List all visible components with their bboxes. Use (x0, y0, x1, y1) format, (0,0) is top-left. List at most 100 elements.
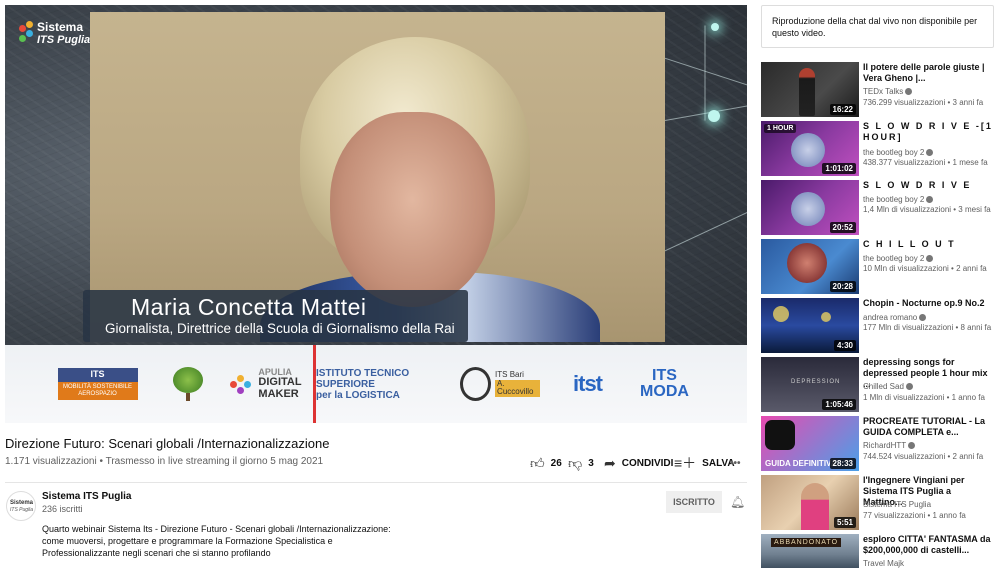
share-label: CONDIVIDI (621, 457, 674, 469)
verified-icon (905, 383, 913, 391)
video-duration: 1:05:46 (822, 399, 856, 410)
sponsor-itst: itst (573, 370, 603, 396)
video-thumbnail[interactable]: 16:22 (761, 62, 859, 117)
thumbnail-badge: 1 HOUR (764, 124, 797, 133)
subscribed-button[interactable]: ISCRITTO (666, 491, 722, 513)
sponsor-its-bari: ITS Bari A. Cuccovillo (460, 345, 540, 423)
recommended-title[interactable]: PROCREATE TUTORIAL - La GUIDA COMPLETA e… (863, 416, 993, 438)
channel-watermark-logo: Sistema ITS Puglia (19, 17, 99, 53)
recommended-video[interactable]: 4:30 Chopin - Nocturne op.9 No.2 andrea … (761, 298, 996, 354)
more-actions-button[interactable]: ••• (730, 455, 741, 471)
recommended-channel[interactable]: Sistema ITS Puglia (863, 500, 931, 509)
recommended-title[interactable]: Chopin - Nocturne op.9 No.2 (863, 298, 993, 309)
video-thumbnail[interactable]: ABBANDONATO (761, 534, 859, 568)
recommended-channel[interactable]: the bootleg boy 2 (863, 195, 934, 204)
verified-icon (908, 442, 916, 450)
video-thumbnail[interactable]: 5:51 (761, 475, 859, 530)
logo-text-line1: Sistema (37, 20, 84, 34)
video-duration: 16:22 (829, 104, 856, 115)
verified-icon (926, 255, 934, 263)
channel-avatar[interactable]: Sistema ITS Puglia (6, 491, 36, 521)
speaker-role: Giornalista, Direttrice della Scuola di … (105, 321, 455, 336)
save-button[interactable]: ≡＋ SALVA (674, 455, 735, 471)
recommended-video[interactable]: 20:52 S L O W D R I V E the bootleg boy … (761, 180, 996, 236)
divider (5, 482, 747, 483)
video-thumbnail[interactable]: 20:52 (761, 180, 859, 235)
tree-icon (172, 367, 203, 393)
speaker-name: Maria Concetta Mattei (131, 294, 367, 320)
recommended-title[interactable]: esploro CITTA' FANTASMA da $200,000,000 … (863, 534, 993, 556)
recommended-channel[interactable]: andrea romano (863, 313, 927, 322)
network-dot (711, 23, 719, 31)
recommended-channel[interactable]: the bootleg boy 2 (863, 148, 934, 157)
recommended-stats: 1,4 Mln di visualizzazioni • 3 mesi fa (863, 205, 991, 214)
recommended-title[interactable]: C H I L L O U T (863, 239, 993, 250)
thumbs-up-icon: 👍︎ (530, 454, 545, 471)
dislike-button[interactable]: 👎︎ 3 (568, 455, 594, 471)
recommended-video[interactable]: 5:51 l'Ingegnere Vingiani per Sistema IT… (761, 475, 996, 531)
share-button[interactable]: ➦ CONDIVIDI (604, 455, 673, 471)
video-duration: 20:52 (829, 222, 856, 233)
video-meta: 1.171 visualizzazioni • Trasmesso in liv… (5, 456, 324, 467)
recommended-title[interactable]: Il potere delle parole giuste | Vera Ghe… (863, 62, 993, 84)
video-player[interactable]: Sistema ITS Puglia Maria Concetta Mattei… (5, 5, 747, 423)
live-chat-unavailable-notice: Riproduzione della chat dal vivo non dis… (761, 5, 994, 48)
video-thumbnail[interactable]: GUIDA DEFINITIVA 28:33 (761, 416, 859, 471)
video-thumbnail[interactable]: 1 HOUR 1:01:02 (761, 121, 859, 176)
like-button[interactable]: 👍︎ 26 (530, 455, 562, 471)
video-duration: 1:01:02 (822, 163, 856, 174)
recommended-title[interactable]: S L O W D R I V E -[1 HOUR] (863, 121, 993, 143)
recommended-stats: 744.524 visualizzazioni • 2 anni fa (863, 452, 984, 461)
recommended-video[interactable]: 20:28 C H I L L O U T the bootleg boy 2 … (761, 239, 996, 295)
thumbnail-text: DEPRESSION (791, 379, 841, 385)
procreate-app-icon (765, 420, 795, 450)
more-icon: ••• (730, 457, 741, 469)
recommended-channel[interactable]: RichardHTT (863, 441, 916, 450)
gear-icon (460, 367, 492, 401)
apulia-dots-icon (228, 371, 254, 397)
network-line (654, 208, 747, 256)
video-thumbnail[interactable]: DEPRESSION 1:05:46 (761, 357, 859, 412)
sponsor-its-mobilita: ITS MOBILITÀ SOSTENIBILE AEROSPAZIO (55, 345, 140, 423)
video-duration: 20:28 (829, 281, 856, 292)
speaker-face (330, 112, 495, 307)
like-count: 26 (550, 457, 562, 469)
recommended-stats: 77 visualizzazioni • 1 anno fa (863, 511, 966, 520)
recommended-channel[interactable]: Travel Majk (863, 559, 904, 568)
share-arrow-icon: ➦ (604, 454, 616, 471)
logo-text-line2: ITS Puglia (37, 34, 91, 46)
recommended-stats: 1 Mln di visualizzazioni • 1 anno fa (863, 393, 985, 402)
recommended-channel[interactable]: the bootleg boy 2 (863, 254, 934, 263)
bell-icon[interactable]: 🔔︎ (730, 495, 745, 509)
playlist-add-icon: ≡＋ (674, 455, 697, 471)
video-thumbnail[interactable]: 20:28 (761, 239, 859, 294)
lower-third-caption: Maria Concetta Mattei Giornalista, Diret… (83, 290, 468, 342)
sponsor-apulia-digital-maker: APULIA DIGITAL MAKER (225, 345, 305, 423)
channel-subscriber-count: 236 iscritti (42, 504, 83, 514)
recommended-channel[interactable]: TEDx Talks (863, 87, 913, 96)
recommended-stats: 736.299 visualizzazioni • 3 anni fa (863, 98, 984, 107)
thumbnail-text: GUIDA DEFINITIVA (765, 459, 837, 468)
sponsor-its-logistica: ISTITUTO TECNICO SUPERIORE per la LOGIST… (313, 345, 448, 423)
video-title: Direzione Futuro: Scenari globali /Inter… (5, 436, 330, 451)
sponsor-fondazione-its (160, 345, 215, 423)
recommended-channel[interactable]: Chilled Sad (863, 382, 913, 391)
recommended-video[interactable]: 16:22 Il potere delle parole giuste | Ve… (761, 62, 996, 118)
verified-icon (926, 149, 934, 157)
sponsor-its-moda: ITS MODA (640, 367, 689, 400)
recommended-stats: 177 Mln di visualizzazioni • 8 anni fa (863, 323, 992, 332)
video-duration: 28:33 (829, 458, 856, 469)
recommended-video[interactable]: GUIDA DEFINITIVA 28:33 PROCREATE TUTORIA… (761, 416, 996, 472)
video-duration: 4:30 (833, 340, 856, 351)
video-thumbnail[interactable]: 4:30 (761, 298, 859, 353)
recommended-title[interactable]: S L O W D R I V E (863, 180, 993, 191)
recommended-video[interactable]: ABBANDONATO esploro CITTA' FANTASMA da $… (761, 534, 996, 568)
recommended-video[interactable]: 1 HOUR 1:01:02 S L O W D R I V E -[1 HOU… (761, 121, 996, 177)
recommended-video[interactable]: DEPRESSION 1:05:46 depressing songs for … (761, 357, 996, 413)
chat-notice-text: Riproduzione della chat dal vivo non dis… (772, 16, 978, 38)
verified-icon (926, 196, 934, 204)
video-duration: 5:51 (833, 517, 856, 528)
thumbs-down-icon: 👎︎ (568, 454, 583, 471)
channel-name[interactable]: Sistema ITS Puglia (42, 491, 131, 502)
thumbnail-text: ABBANDONATO (771, 538, 842, 547)
